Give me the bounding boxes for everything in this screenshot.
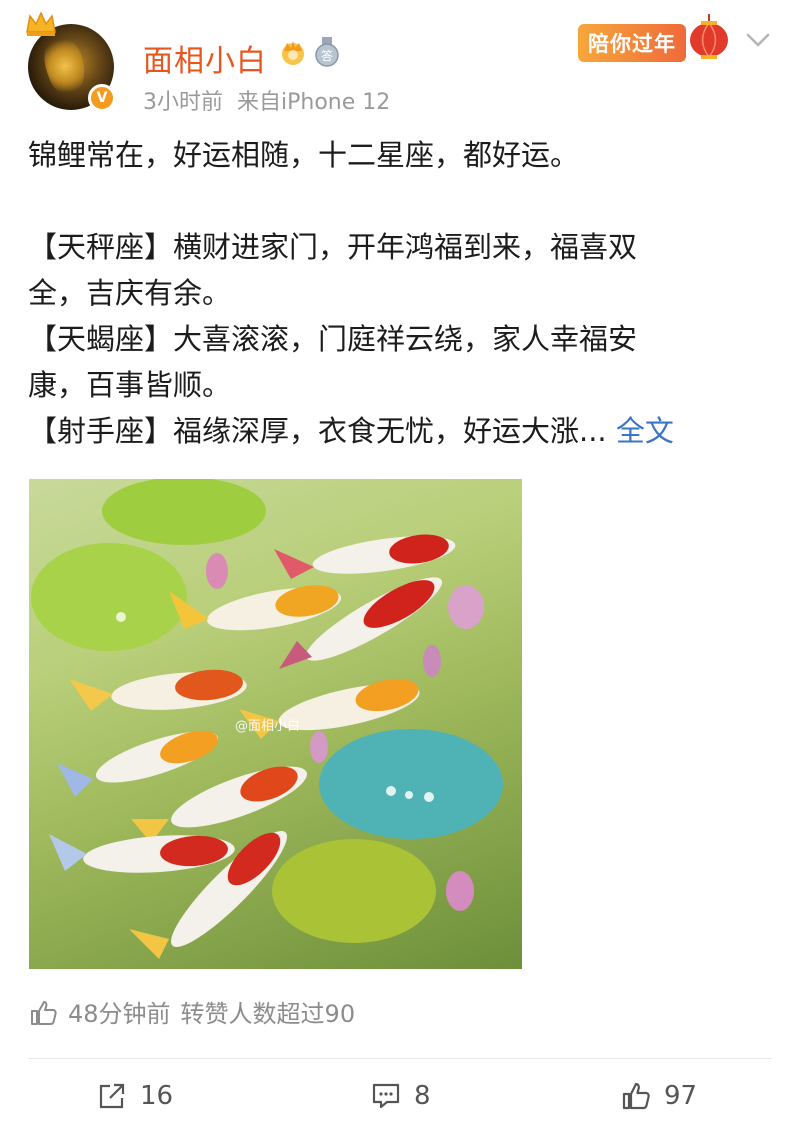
festival-badge-label: 陪你过年: [578, 24, 686, 62]
post-body: 锦鲤常在，好运相随，十二星座，都好运。 【天秤座】横财进家门，开年鸿福到来，福喜…: [28, 132, 773, 454]
crown-badge-icon[interactable]: [278, 37, 308, 67]
like-button[interactable]: 97: [620, 1076, 697, 1116]
repost-info: 48分钟前 转赞人数超过90: [28, 994, 355, 1029]
share-icon: [99, 1083, 125, 1109]
post-line-7: 【射手座】福缘深厚，衣食无忧，好运大涨... 全文: [28, 408, 773, 454]
post-line-7-text: 【射手座】福缘深厚，衣食无忧，好运大涨...: [28, 414, 607, 448]
author-name[interactable]: 面相小白: [143, 36, 267, 80]
svg-text:答: 答: [321, 48, 333, 63]
post-line-1: 锦鲤常在，好运相随，十二星座，都好运。: [28, 138, 580, 172]
lantern-icon: [690, 14, 728, 59]
verified-icon: V: [88, 84, 116, 112]
post-line-5: 【天蝎座】大喜滚滚，门庭祥云绕，家人幸福安: [28, 322, 638, 356]
post-line-3: 【天秤座】横财进家门，开年鸿福到来，福喜双: [28, 230, 638, 264]
comment-icon: [372, 1083, 400, 1109]
weibo-post: V 面相小白 答 3小时前 来自iPhone 12 陪你过年 锦鲤常在，好运相随，…: [0, 0, 800, 1129]
repost-time: 48分钟前: [68, 1000, 171, 1028]
thumbs-up-small-icon: [31, 1001, 57, 1025]
repost-text: 转赞人数超过90: [180, 1000, 356, 1028]
avatar-crown-icon: [26, 11, 56, 36]
share-button[interactable]: 16: [96, 1076, 173, 1116]
post-time: 3小时前: [143, 90, 223, 115]
full-text-link[interactable]: 全文: [616, 414, 674, 448]
like-count: 97: [664, 1081, 698, 1111]
post-line-6: 康，百事皆顺。: [28, 368, 232, 402]
image-watermark: @面相小白: [235, 719, 301, 734]
comment-count: 8: [414, 1081, 431, 1111]
post-source: 来自iPhone 12: [237, 90, 391, 115]
chevron-down-icon[interactable]: [745, 30, 771, 50]
festival-badge[interactable]: 陪你过年: [578, 14, 738, 64]
post-meta: 3小时前 来自iPhone 12: [143, 84, 390, 116]
avatar-glow: [36, 31, 94, 101]
post-line-gap: [28, 178, 773, 224]
comment-button[interactable]: 8: [370, 1076, 431, 1116]
divider: [28, 1058, 772, 1059]
post-line-4: 全，吉庆有余。: [28, 276, 232, 310]
thumbs-up-icon: [622, 1082, 650, 1110]
share-count: 16: [140, 1081, 174, 1111]
post-image[interactable]: @面相小白: [29, 479, 522, 969]
medal-badge-icon[interactable]: 答: [313, 37, 341, 67]
